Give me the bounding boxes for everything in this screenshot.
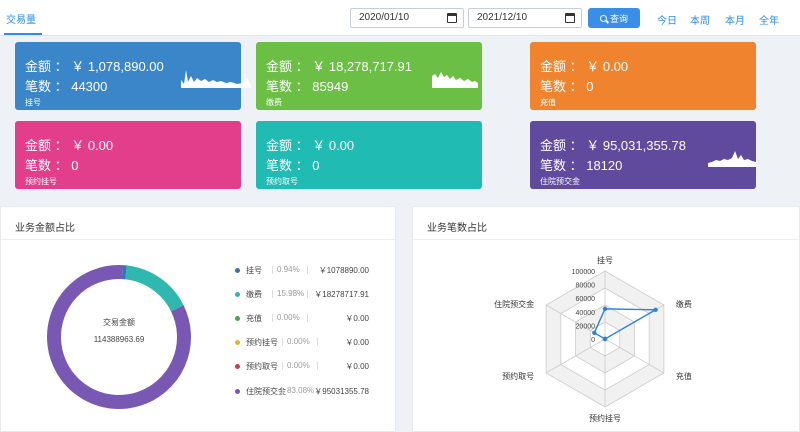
card-amount: 金额 ： ￥ 1,078,890.00 [25,59,164,74]
legend-separator [272,290,273,298]
end-date-input[interactable]: 2021/12/10 [468,8,582,28]
donut-center-value: 114388963.69 [93,335,145,344]
radar-axis-label: 预约取号 [502,371,534,381]
legend-dot-icon [235,292,240,297]
card-count: 笔数 ： 0 [266,158,320,173]
stat-card-inpatient-deposit: 金额 ： ￥ 95,031,355.78 笔数 ： 18120 住院预交金 [530,121,756,189]
stat-card-payment: 金额 ： ￥ 18,278,717.91 笔数 ： 85949 缴费 [256,42,482,110]
legend-name: 缴费 [246,290,262,299]
legend-dot-icon [235,389,240,394]
stat-card-appointment-pickup: 金额 ： ￥ 0.00 笔数 ： 0 预约取号 [256,121,482,189]
legend-name: 挂号 [246,266,262,275]
card-label: 住院预交金 [540,177,580,186]
legend-item[interactable]: 预约取号 0.00% ￥0.00 [235,361,369,375]
donut-center-label: 交易金额 [103,318,135,327]
card-amount: 金额 ： ￥ 0.00 [540,59,629,74]
stat-card-registration: 金额 ： ￥ 1,078,890.00 笔数 ： 44300 挂号 [15,42,251,110]
legend-separator [272,266,273,274]
count-share-panel: 业务笔数占比 0 20000 40000 60000 80000 100000 挂号缴费充值… [412,206,800,432]
legend-value: ￥18278717.91 [314,290,369,299]
legend-dot-icon [235,316,240,321]
radar-tick-label: 20000 [576,323,596,330]
card-label: 挂号 [25,98,41,107]
start-date-input[interactable]: 2020/01/10 [350,8,464,28]
card-sparkline [708,151,756,167]
radar-point-缴费[interactable] [653,307,658,312]
radar-point-预约取号[interactable] [602,336,608,342]
radar-axis-label: 住院预交金 [494,299,534,309]
start-date-value: 2020/01/10 [359,12,410,23]
legend-value: ￥1078890.00 [318,266,369,275]
card-count: 笔数 ： 0 [540,79,594,94]
card-count: 笔数 ： 18120 [540,158,623,173]
legend-separator [282,362,283,370]
legend-item[interactable]: 预约挂号 0.00% ￥0.00 [235,337,369,351]
query-button[interactable]: 查询 [588,8,640,28]
calendar-icon[interactable] [447,13,457,23]
stat-card-recharge: 金额 ： ￥ 0.00 笔数 ： 0 充值 [530,42,756,110]
active-tab-indicator [4,33,42,35]
legend-dot-icon [235,268,240,273]
calendar-icon[interactable] [565,13,575,23]
card-sparkline [181,70,251,88]
card-label: 预约取号 [266,177,298,186]
card-count: 笔数 ： 85949 [266,79,349,94]
legend-item[interactable]: 充值 0.00% ￥0.00 [235,313,369,327]
tab-transaction-volume[interactable]: 交易量 [6,11,36,26]
end-date-value: 2021/12/10 [477,12,528,23]
legend-name: 预约取号 [246,362,278,371]
range-year-link[interactable]: 全年 [759,12,779,27]
radar-axis-label: 预约挂号 [589,413,621,423]
card-amount: 金额 ： ￥ 0.00 [266,138,355,153]
divider [1,239,395,240]
card-amount: 金额 ： ￥ 0.00 [25,138,114,153]
range-today-link[interactable]: 今日 [657,12,677,27]
card-amount: 金额 ： ￥ 18,278,717.91 [266,59,412,74]
panel-title: 业务金额占比 [15,223,75,234]
card-count: 笔数 ： 0 [25,158,79,173]
legend-name: 充值 [246,314,262,323]
amount-share-panel: 业务金额占比 交易金额 114388963.69 挂号 0.94% ￥1078890… [0,206,396,432]
legend-value: ￥0.00 [345,338,369,347]
legend-dot-icon [235,340,240,345]
range-month-link[interactable]: 本月 [725,12,745,27]
search-icon [599,14,607,22]
legend-item[interactable]: 挂号 0.94% ￥1078890.00 [235,265,369,279]
radar-tick-label: 60000 [576,296,596,303]
legend-separator [282,338,283,346]
radar-axis-label: 缴费 [676,299,692,309]
radar-tick-label: 0 [591,337,595,344]
card-amount: 金额 ： ￥ 95,031,355.78 [540,138,686,153]
legend-dot-icon [235,364,240,369]
radar-point-住院预交金[interactable] [592,330,597,336]
radar-point-挂号[interactable] [602,306,608,312]
card-label: 充值 [540,98,556,107]
top-bar: 交易量 2020/01/10 2021/12/10 查询 今日 本周 本月 全年 [0,0,800,36]
legend-name: 住院预交金 [246,387,286,396]
card-label: 缴费 [266,98,282,107]
legend-item[interactable]: 缴费 15.98% ￥18278717.91 [235,289,369,303]
donut-slice-缴费[interactable] [125,265,184,312]
radar-axis-label: 充值 [676,371,692,381]
range-week-link[interactable]: 本周 [690,12,710,27]
panel-title: 业务笔数占比 [427,223,487,234]
card-label: 预约挂号 [25,177,57,186]
card-sparkline [432,72,478,88]
radar-tick-label: 40000 [576,310,596,317]
legend-separator [272,314,273,322]
radar-axis-label: 挂号 [597,255,613,265]
legend-value: ￥0.00 [345,362,369,371]
radar-tick-label: 80000 [576,283,596,290]
query-button-label: 查询 [609,13,628,24]
stat-card-appointment-registration: 金额 ： ￥ 0.00 笔数 ： 0 预约挂号 [15,121,241,189]
legend-item[interactable]: 住院预交金 83.08% ￥95031355.78 [235,386,369,400]
card-count: 笔数 ： 44300 [25,79,108,94]
legend-name: 预约挂号 [246,338,278,347]
radar-tick-label: 100000 [572,269,595,276]
divider [413,239,799,240]
count-radar-chart: 0 20000 40000 60000 80000 100000挂号缴费充值预约挂号 预约取… [494,255,692,423]
legend-separator [282,387,283,395]
legend-value: ￥0.00 [345,314,369,323]
legend-value: ￥95031355.78 [314,387,369,396]
